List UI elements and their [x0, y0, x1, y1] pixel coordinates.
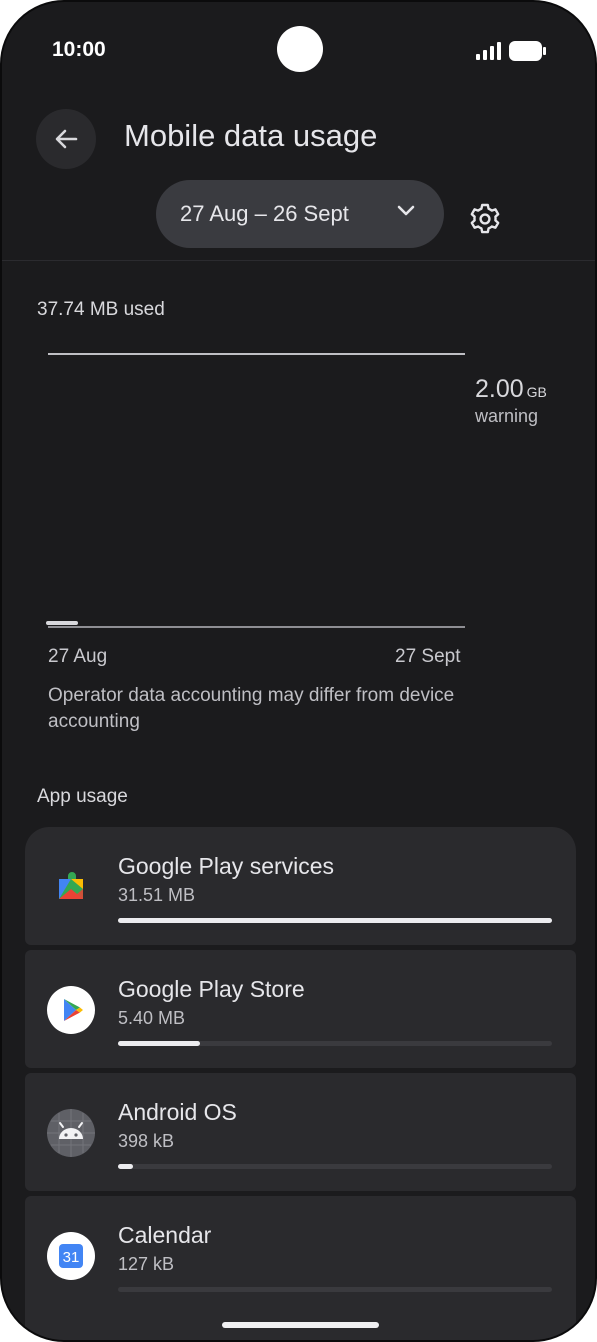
svg-text:31: 31	[63, 1249, 80, 1266]
status-time: 10:00	[52, 38, 106, 61]
home-indicator[interactable]	[222, 1322, 379, 1328]
battery-icon	[509, 41, 546, 61]
chevron-down-icon	[397, 205, 415, 216]
warning-value: 2.00 GB	[475, 375, 547, 403]
signal-icon	[476, 42, 501, 60]
chart-start-date: 27 Aug	[48, 646, 108, 667]
app-row-google-play-services[interactable]: Google Play services 31.51 MB	[25, 827, 576, 945]
arrow-left-icon	[55, 129, 78, 149]
app-size: 5.40 MB	[118, 1008, 186, 1028]
accounting-note: Operator data accounting may differ from…	[48, 685, 455, 732]
date-range-label: 27 Aug – 26 Sept	[180, 201, 349, 226]
app-row-google-play-store[interactable]: Google Play Store 5.40 MB	[25, 950, 576, 1068]
usage-bar-track	[118, 1287, 552, 1292]
back-button[interactable]	[36, 109, 96, 169]
phone-screen: 10:00 Mobile data usage 27 Aug – 26 Sept	[0, 0, 597, 1342]
calendar-icon: 31	[47, 1232, 95, 1280]
page-title: Mobile data usage	[124, 118, 378, 153]
chart-end-date: 27 Sept	[395, 646, 461, 667]
app-size: 127 kB	[118, 1254, 175, 1274]
usage-bar-track	[118, 1041, 552, 1046]
google-play-services-icon	[59, 872, 83, 899]
usage-bar-track	[118, 1164, 552, 1169]
app-row-android-os[interactable]: Android OS 398 kB	[25, 1073, 576, 1191]
header-divider	[2, 260, 595, 261]
app-size: 398 kB	[118, 1131, 175, 1151]
camera-cutout	[277, 26, 323, 72]
warning-label: warning	[475, 406, 539, 426]
data-used-label: 37.74 MB used	[37, 299, 165, 320]
app-usage-heading: App usage	[37, 786, 128, 807]
app-size: 31.51 MB	[118, 885, 196, 905]
app-name: Calendar	[118, 1222, 212, 1248]
usage-bar-fill	[118, 918, 552, 923]
usage-bar-track	[118, 918, 552, 923]
app-name: Google Play services	[118, 853, 335, 879]
status-bar: 10:00	[2, 2, 595, 98]
gear-icon[interactable]	[468, 202, 502, 236]
usage-bar-fill	[118, 1041, 201, 1046]
app-row-calendar[interactable]: 31 Calendar 127 kB	[25, 1196, 576, 1340]
usage-bar-fill	[118, 1164, 134, 1169]
app-name: Android OS	[118, 1099, 237, 1125]
date-range-dropdown[interactable]: 27 Aug – 26 Sept	[156, 180, 444, 248]
app-name: Google Play Store	[118, 976, 305, 1002]
android-os-icon	[47, 1109, 95, 1157]
warning-unit: GB	[526, 384, 547, 400]
google-play-store-icon	[47, 986, 95, 1034]
